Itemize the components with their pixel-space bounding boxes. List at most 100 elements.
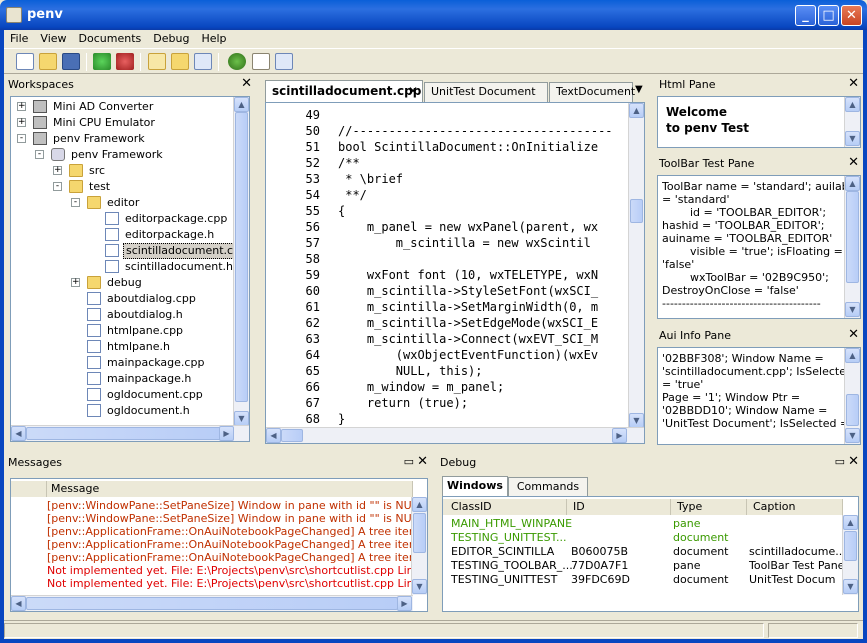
table-row[interactable]: MAIN_HTML_WINPANE pane [443,517,843,531]
scroll-down-icon[interactable]: ▼ [234,411,249,426]
menu-documents[interactable]: Documents [73,30,148,48]
editor-vertical-scrollbar[interactable]: ▲ ▼ [628,103,644,429]
aui-info-close-icon[interactable]: ✕ [848,327,859,342]
tree-item[interactable]: + Mini CPU Emulator [11,115,235,131]
html-pane-scrollbar[interactable]: ▲ ▼ [844,97,860,147]
tab-close-icon[interactable]: ✕ [408,81,418,101]
tab-scintilladocument[interactable]: scintilladocument.cpp ✕ [265,80,423,102]
debug-maximize-icon[interactable]: ▭ [835,455,845,468]
scroll-down-icon[interactable]: ▼ [845,302,860,317]
tab-textdocument[interactable]: TextDocument [549,82,635,102]
debug-column-caption[interactable]: Caption [747,499,843,515]
title-bar[interactable] [0,0,867,30]
message-row[interactable]: [penv::WindowPane::SetPaneSize] Window i… [47,512,413,526]
table-row[interactable]: EDITOR_SCINTILLA B060075B document scintill… [443,545,843,559]
tree-expander-icon[interactable]: - [17,134,26,143]
scroll-thumb[interactable] [630,199,643,223]
menu-debug[interactable]: Debug [147,30,195,48]
debug-column-id[interactable]: ID [567,499,671,515]
open-folder-icon[interactable] [39,53,57,70]
messages-horizontal-scrollbar[interactable]: ◀ ▶ [11,595,413,611]
scroll-left-icon[interactable]: ◀ [11,596,26,611]
tree-item[interactable]: + debug [11,275,235,291]
tree-item[interactable]: scintilladocument.h [11,259,235,275]
scroll-thumb[interactable] [846,394,859,426]
messages-list[interactable]: Message [penv::WindowPane::SetPaneSize] … [10,478,428,612]
scroll-right-icon[interactable]: ▶ [397,596,412,611]
tree-item[interactable]: - penv Framework [11,147,235,163]
scroll-thumb[interactable] [281,429,303,442]
workspaces-tree[interactable]: + Mini AD Converter + Mini CPU Emulator - pen… [10,96,250,442]
tree-item[interactable]: htmlpane.cpp [11,323,235,339]
toolbar-test-close-icon[interactable]: ✕ [848,155,859,170]
messages-vertical-scrollbar[interactable]: ▲ ▼ [411,497,427,595]
scroll-up-icon[interactable]: ▲ [234,97,249,112]
scroll-up-icon[interactable]: ▲ [843,515,858,530]
table-row[interactable]: TESTING_UNITTEST... document [443,531,843,545]
close-button[interactable]: ✕ [841,5,862,26]
tree-item[interactable]: editorpackage.cpp [11,211,235,227]
debug-close-icon[interactable]: ✕ [848,454,859,469]
tree-item[interactable]: editorpackage.h [11,227,235,243]
list-icon[interactable] [252,53,270,70]
tree-expander-icon[interactable]: - [71,198,80,207]
warning-page-icon[interactable] [148,53,166,70]
tree-horizontal-scrollbar[interactable]: ◀ ▶ [11,425,249,441]
tree-item[interactable]: htmlpane.h [11,339,235,355]
tree-expander-icon[interactable]: + [53,166,62,175]
scroll-left-icon[interactable]: ◀ [11,426,26,441]
scroll-thumb[interactable] [26,597,398,610]
scroll-up-icon[interactable]: ▲ [412,497,427,512]
toolbar-test-content[interactable]: ToolBar name = 'standard'; auilabel = 'st… [657,175,861,319]
debug-windows-list[interactable]: ClassID ID Type Caption MAIN_HTML_WINPAN… [442,496,859,612]
tree-item[interactable]: ogldocument.cpp [11,387,235,403]
message-row[interactable]: [penv::ApplicationFrame::OnAuiNotebookPa… [47,551,413,565]
tree-item[interactable]: aboutdialog.cpp [11,291,235,307]
message-row[interactable]: Not implemented yet. File: E:\Projects\p… [47,577,413,591]
html-pane-close-icon[interactable]: ✕ [848,76,859,91]
debug-column-classid[interactable]: ClassID [443,499,567,515]
menu-file[interactable]: File [4,30,34,48]
tree-expander-icon[interactable]: - [53,182,62,191]
debug-column-type[interactable]: Type [671,499,747,515]
zoom-out-icon[interactable] [116,53,134,70]
scroll-up-icon[interactable]: ▲ [845,348,860,363]
tab-commands[interactable]: Commands [508,477,588,497]
messages-column-header[interactable]: Message [47,481,413,497]
tab-unittest-document[interactable]: UnitTest Document [424,82,548,102]
maximize-button[interactable]: □ [818,5,839,26]
editor-horizontal-scrollbar[interactable]: ◀ ▶ [266,427,644,443]
menu-view[interactable]: View [34,30,72,48]
scroll-up-icon[interactable]: ▲ [845,97,860,112]
message-row[interactable]: [penv::ApplicationFrame::OnAuiNotebookPa… [47,538,413,552]
tree-expander-icon[interactable]: + [17,118,26,127]
message-row[interactable]: Not implemented yet. File: E:\Projects\p… [47,564,413,578]
tree-item[interactable]: ogldocument.h [11,403,235,419]
scroll-thumb[interactable] [26,427,221,440]
scroll-thumb[interactable] [235,112,248,402]
tree-item[interactable]: scintilladocument.cpp [11,243,235,259]
new-file-icon[interactable] [16,53,34,70]
folder-arrow-icon[interactable] [171,53,189,70]
tree-item[interactable]: + Mini AD Converter [11,99,235,115]
tree-item[interactable]: + src [11,163,235,179]
message-row[interactable]: [penv::ApplicationFrame::OnAuiNotebookPa… [47,525,413,539]
scroll-down-icon[interactable]: ▼ [412,579,427,594]
scroll-thumb[interactable] [844,531,857,561]
scroll-down-icon[interactable]: ▼ [629,413,644,428]
code-text[interactable]: 49 50 //----------------------------------… [266,107,628,429]
toolbar-test-scrollbar[interactable]: ▲ ▼ [844,176,860,318]
scroll-thumb[interactable] [846,191,859,283]
scroll-right-icon[interactable]: ▶ [219,426,234,441]
messages-maximize-icon[interactable]: ▭ [404,455,414,468]
tree-item[interactable]: mainpackage.cpp [11,355,235,371]
scroll-down-icon[interactable]: ▼ [845,131,860,146]
table-row[interactable]: TESTING_UNITTEST 39FDC69D document UnitTest… [443,573,843,587]
tree-item[interactable]: - test [11,179,235,195]
save-icon[interactable] [62,53,80,70]
tree-item[interactable]: mainpackage.h [11,371,235,387]
message-row[interactable]: [penv::WindowPane::SetPaneSize] Window i… [47,499,413,513]
scroll-down-icon[interactable]: ▼ [843,579,858,594]
tab-windows[interactable]: Windows [442,476,508,496]
tree-item[interactable]: aboutdialog.h [11,307,235,323]
